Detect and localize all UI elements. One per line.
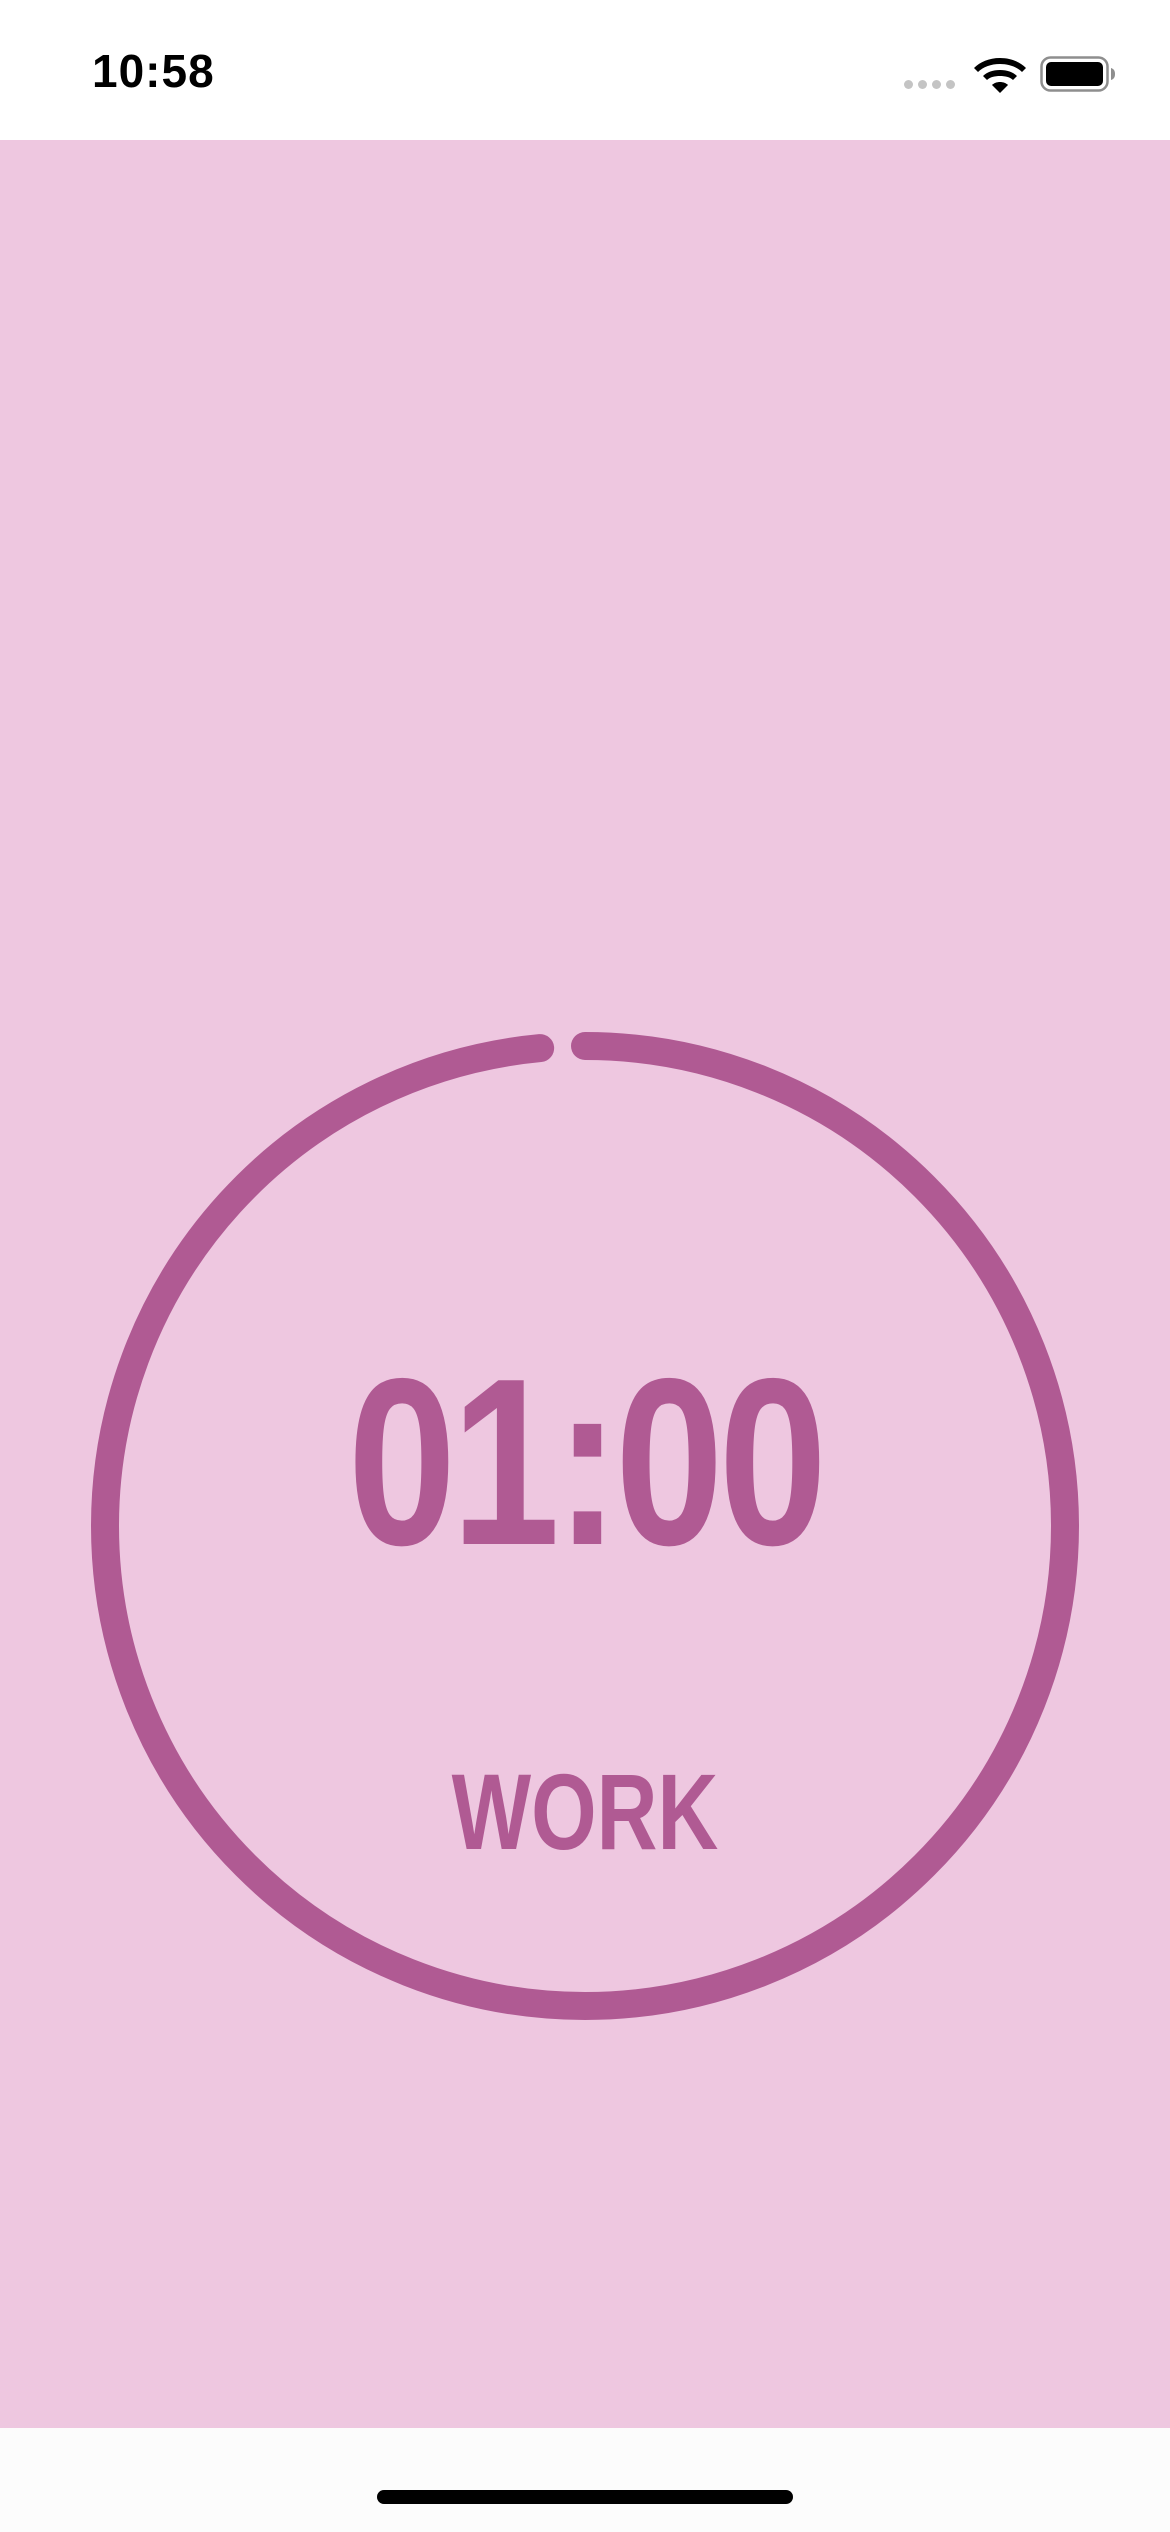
home-indicator-area	[0, 2428, 1170, 2532]
status-time: 10:58	[92, 45, 215, 97]
timer-progress-ring	[91, 1032, 1079, 2020]
home-indicator[interactable]	[377, 2490, 793, 2504]
status-bar: 10:58	[0, 0, 1170, 140]
battery-full-icon	[1040, 56, 1115, 92]
timer-countdown: 01:00	[347, 1330, 827, 1595]
wifi-icon	[974, 58, 1026, 93]
timer-screen[interactable]: 01:00 WORK	[0, 140, 1170, 2428]
timer-phase-label: WORK	[451, 1751, 719, 1872]
cellular-signal-icon	[904, 80, 955, 89]
